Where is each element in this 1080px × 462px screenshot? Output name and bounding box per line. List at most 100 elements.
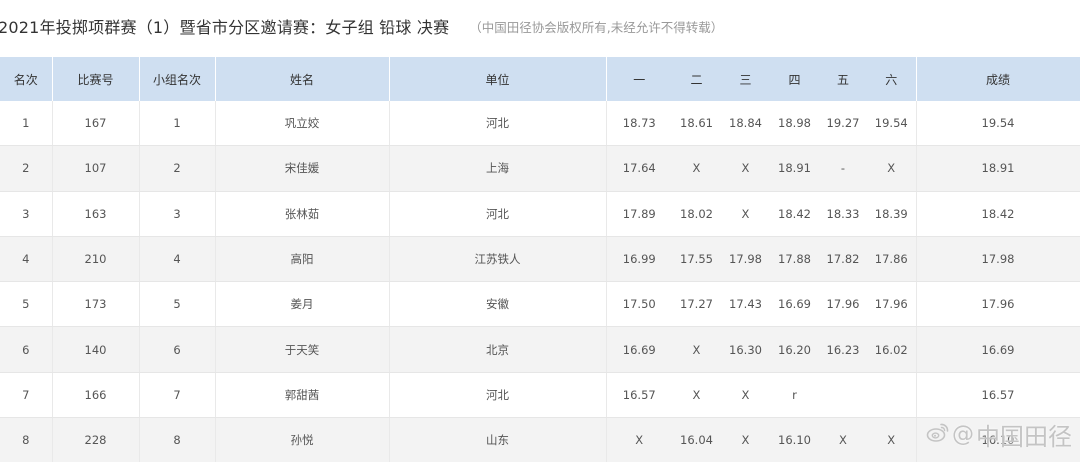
cell-attempt-1: 16.99 <box>606 236 672 283</box>
cell-attempt-3: 17.98 <box>721 236 770 283</box>
cell-attempt-1: 17.50 <box>606 281 672 328</box>
watermark-at: @ <box>952 422 974 447</box>
cell-attempt-5: 17.82 <box>819 236 867 283</box>
cell-name: 于天笑 <box>215 326 390 373</box>
watermark-text: 中国田径 <box>976 423 1072 451</box>
page-title: 2021年投掷项群赛（1）暨省市分区邀请赛：女子组 铅球 决赛 <box>0 18 450 37</box>
cell-unit: 安徽 <box>389 281 607 328</box>
cell-group-rank: 1 <box>139 101 216 147</box>
cell-attempt-1: 16.69 <box>606 326 672 373</box>
cell-attempt-3: X <box>721 191 770 237</box>
cell-attempt-2: 16.04 <box>672 417 721 462</box>
cell-attempt-6 <box>867 372 917 419</box>
col-header-name: 姓名 <box>215 57 390 101</box>
cell-attempt-4: 18.98 <box>770 101 819 147</box>
table-row: 8 228 8 孙悦 山东 X 16.04 X 16.10 X X 16.10 <box>0 417 1080 462</box>
cell-attempt-3: X <box>721 145 770 192</box>
cell-attempt-5: X <box>819 417 867 462</box>
cell-attempt-1: 18.73 <box>606 101 672 147</box>
col-header-bib: 比赛号 <box>52 57 140 101</box>
table-row: 4 210 4 高阳 江苏铁人 16.99 17.55 17.98 17.88 … <box>0 236 1080 283</box>
cell-attempt-6: 19.54 <box>867 101 917 147</box>
cell-name: 孙悦 <box>215 417 390 462</box>
cell-result: 19.54 <box>916 101 1080 147</box>
cell-attempt-6: 16.02 <box>867 326 917 373</box>
cell-rank: 5 <box>0 281 53 328</box>
cell-group-rank: 7 <box>139 372 216 419</box>
cell-rank: 7 <box>0 372 53 419</box>
cell-attempt-6: 17.86 <box>867 236 917 283</box>
col-header-attempt-4: 四 <box>770 57 819 101</box>
table-row: 6 140 6 于天笑 北京 16.69 X 16.30 16.20 16.23… <box>0 326 1080 373</box>
cell-group-rank: 2 <box>139 145 216 192</box>
cell-attempt-6: X <box>867 145 917 192</box>
cell-name: 郭甜茜 <box>215 372 390 419</box>
table-row: 2 107 2 宋佳媛 上海 17.64 X X 18.91 - X 18.91 <box>0 145 1080 192</box>
cell-group-rank: 4 <box>139 236 216 283</box>
cell-bib: 166 <box>52 372 140 419</box>
cell-bib: 210 <box>52 236 140 283</box>
cell-unit: 河北 <box>389 191 607 237</box>
cell-attempt-3: X <box>721 372 770 419</box>
cell-bib: 107 <box>52 145 140 192</box>
cell-result: 18.91 <box>916 145 1080 192</box>
cell-attempt-4: 18.91 <box>770 145 819 192</box>
cell-rank: 2 <box>0 145 53 192</box>
cell-attempt-2: X <box>672 372 721 419</box>
page-header: 2021年投掷项群赛（1）暨省市分区邀请赛：女子组 铅球 决赛 （中国田径协会版… <box>0 0 1080 52</box>
cell-attempt-3: 17.43 <box>721 281 770 328</box>
col-header-rank: 名次 <box>0 57 53 101</box>
cell-unit: 北京 <box>389 326 607 373</box>
cell-attempt-3: 18.84 <box>721 101 770 147</box>
col-header-attempt-6: 六 <box>867 57 917 101</box>
cell-attempt-3: X <box>721 417 770 462</box>
cell-attempt-2: 18.02 <box>672 191 721 237</box>
cell-unit: 河北 <box>389 372 607 419</box>
table-header-row: 名次 比赛号 小组名次 姓名 单位 一 二 三 四 五 六 成绩 <box>0 57 1080 101</box>
col-header-attempt-1: 一 <box>606 57 672 101</box>
cell-attempt-2: 17.55 <box>672 236 721 283</box>
cell-group-rank: 8 <box>139 417 216 462</box>
cell-name: 高阳 <box>215 236 390 283</box>
table-row: 1 167 1 巩立姣 河北 18.73 18.61 18.84 18.98 1… <box>0 101 1080 147</box>
cell-bib: 167 <box>52 101 140 147</box>
cell-attempt-4: 18.42 <box>770 191 819 237</box>
cell-bib: 173 <box>52 281 140 328</box>
cell-attempt-5: 16.23 <box>819 326 867 373</box>
cell-result: 17.96 <box>916 281 1080 328</box>
cell-result: 18.42 <box>916 191 1080 237</box>
watermark: @ 中国田径 <box>926 417 1072 452</box>
cell-unit: 江苏铁人 <box>389 236 607 283</box>
cell-unit: 山东 <box>389 417 607 462</box>
cell-attempt-1: X <box>606 417 672 462</box>
cell-attempt-3: 16.30 <box>721 326 770 373</box>
cell-attempt-6: X <box>867 417 917 462</box>
cell-rank: 8 <box>0 417 53 462</box>
cell-rank: 6 <box>0 326 53 373</box>
cell-attempt-2: X <box>672 145 721 192</box>
cell-rank: 4 <box>0 236 53 283</box>
cell-result: 16.57 <box>916 372 1080 419</box>
cell-group-rank: 3 <box>139 191 216 237</box>
cell-attempt-5: 19.27 <box>819 101 867 147</box>
table-row: 3 163 3 张林茹 河北 17.89 18.02 X 18.42 18.33… <box>0 191 1080 237</box>
cell-name: 张林茹 <box>215 191 390 237</box>
cell-attempt-4: 16.10 <box>770 417 819 462</box>
cell-attempt-6: 17.96 <box>867 281 917 328</box>
col-header-attempt-3: 三 <box>721 57 770 101</box>
cell-attempt-2: 18.61 <box>672 101 721 147</box>
cell-attempt-4: 16.20 <box>770 326 819 373</box>
cell-attempt-6: 18.39 <box>867 191 917 237</box>
cell-attempt-4: 16.69 <box>770 281 819 328</box>
table-row: 7 166 7 郭甜茜 河北 16.57 X X r 16.57 <box>0 372 1080 419</box>
col-header-attempt-2: 二 <box>672 57 721 101</box>
cell-bib: 163 <box>52 191 140 237</box>
cell-rank: 1 <box>0 101 53 147</box>
weibo-icon <box>926 420 952 450</box>
cell-name: 宋佳媛 <box>215 145 390 192</box>
col-header-group-rank: 小组名次 <box>139 57 216 101</box>
cell-bib: 140 <box>52 326 140 373</box>
cell-attempt-2: 17.27 <box>672 281 721 328</box>
cell-name: 姜月 <box>215 281 390 328</box>
cell-attempt-5: 17.96 <box>819 281 867 328</box>
